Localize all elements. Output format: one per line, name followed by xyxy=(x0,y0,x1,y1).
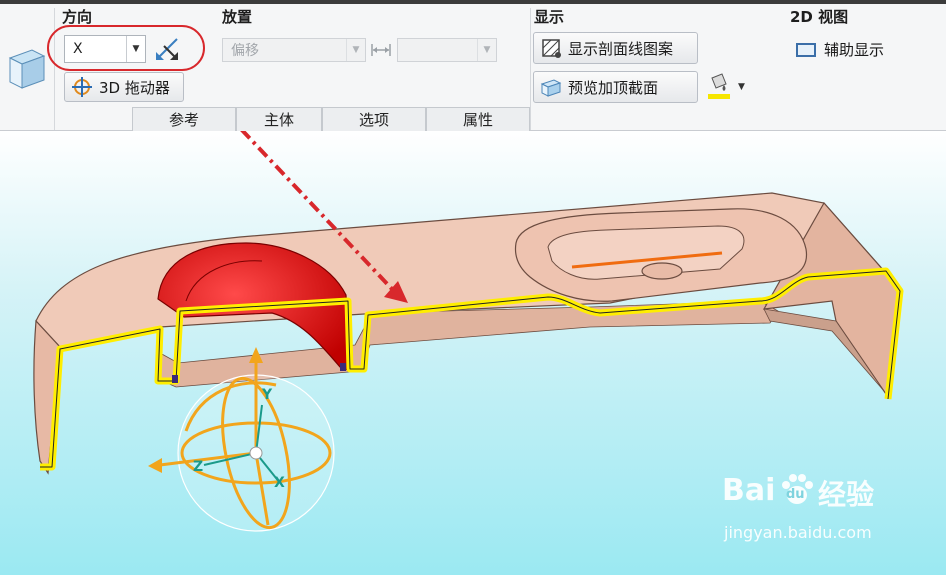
tab-properties[interactable]: 属性 xyxy=(426,107,530,131)
ribbon-separator xyxy=(530,8,531,130)
aux-display-label: 辅助显示 xyxy=(824,41,885,59)
preview-cap-label: 预览加顶截面 xyxy=(568,78,659,97)
axis-label-y: Y xyxy=(262,387,273,403)
group-label-display: 显示 xyxy=(534,8,565,26)
watermark-url: jingyan.baidu.com xyxy=(724,523,872,542)
axis-label-z: Z xyxy=(193,459,204,475)
drag-3d-label: 3D 拖动器 xyxy=(99,78,170,97)
baidu-watermark: Bai du 经验 jingyan.baidu.com xyxy=(722,469,922,559)
paint-bucket-icon[interactable] xyxy=(706,72,732,100)
offset-combo-value: 偏移 xyxy=(231,43,259,59)
tab-options[interactable]: 选项 xyxy=(322,107,426,131)
watermark-brand: Bai xyxy=(722,473,776,508)
annotation-ellipse xyxy=(47,25,205,71)
sectioned-part-model[interactable] xyxy=(33,192,904,475)
tab-body[interactable]: 主体 xyxy=(236,107,322,131)
drag-3d-button[interactable]: 3D 拖动器 xyxy=(64,72,184,102)
distance-icon xyxy=(370,42,392,58)
aux-display-icon xyxy=(796,42,816,57)
capped-section-icon xyxy=(540,76,562,98)
group-label-2d-view: 2D 视图 xyxy=(790,8,849,26)
watermark-brand-du: du xyxy=(786,487,805,502)
offset-combo: 偏移 ▼ xyxy=(222,38,366,62)
show-hatch-button[interactable]: 显示剖面线图案 xyxy=(533,32,698,64)
group-label-direction: 方向 xyxy=(62,8,93,26)
axis-label-x: X xyxy=(274,475,285,491)
section-cube-icon[interactable] xyxy=(4,44,46,90)
hatch-pattern-icon xyxy=(540,37,562,59)
tab-references[interactable]: 参考 xyxy=(132,107,236,131)
show-hatch-label: 显示剖面线图案 xyxy=(568,39,674,58)
ribbon-toolbar: 方向 X ▼ 3D 拖动器 放置 偏移 ▼ ▼ 显示 显示剖面线图案 预览加顶截… xyxy=(0,4,946,131)
aux-display-toggle[interactable]: 辅助显示 xyxy=(796,39,884,60)
graphics-viewport[interactable]: Y Z X Bai du 经验 jingyan.baidu.com xyxy=(0,131,946,575)
paint-dropdown-chevron-icon[interactable]: ▼ xyxy=(738,82,745,92)
group-label-placement: 放置 xyxy=(222,8,253,26)
offset-value-combo: ▼ xyxy=(397,38,497,62)
dragger-icon xyxy=(71,76,93,98)
watermark-brand-cn: 经验 xyxy=(818,478,875,511)
chevron-down-icon: ▼ xyxy=(477,39,496,61)
preview-cap-button[interactable]: 预览加顶截面 xyxy=(533,71,698,103)
ribbon-separator xyxy=(54,8,55,130)
chevron-down-icon: ▼ xyxy=(346,39,365,61)
